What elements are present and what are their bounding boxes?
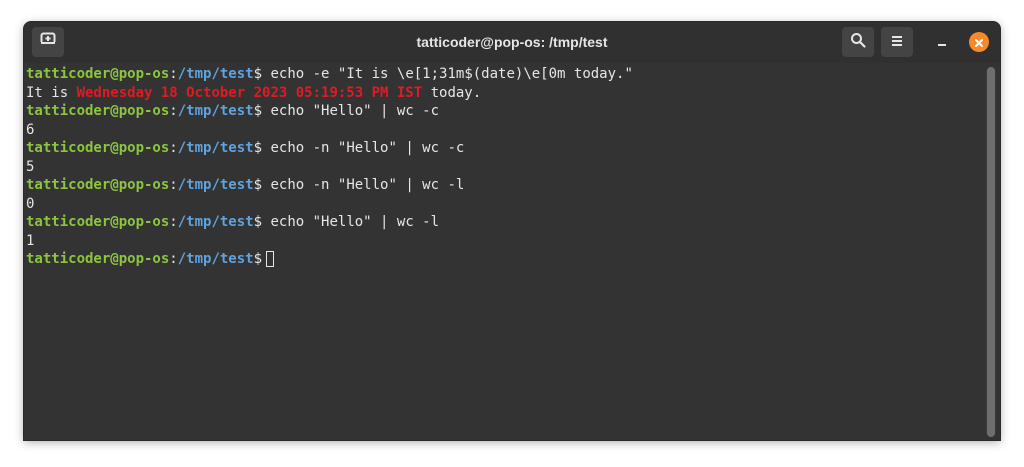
menu-button[interactable]: [881, 27, 913, 57]
prompt-symbol: $: [253, 66, 263, 82]
command-text: echo -n "Hello" | wc -c: [262, 140, 465, 156]
close-icon: [974, 33, 984, 52]
search-icon: [850, 32, 866, 52]
output-text: It is: [26, 84, 77, 101]
scrollbar[interactable]: [986, 67, 996, 437]
cursor: [266, 251, 275, 267]
prompt-user: tatticoder@pop-os: [26, 103, 170, 119]
prompt-separator: :: [169, 177, 178, 193]
prompt-path: /tmp/test: [177, 103, 254, 119]
prompt-user: tatticoder@pop-os: [26, 214, 170, 230]
terminal-line: tatticoder@pop-os:/tmp/test$ echo "Hello…: [26, 102, 981, 121]
command-text: echo -e "It is \e[1;31m$(date)\e[0m toda…: [262, 66, 633, 82]
command-text: echo -n "Hello" | wc -l: [262, 177, 465, 193]
terminal-line: 5: [26, 158, 981, 177]
prompt-symbol: $: [253, 251, 263, 267]
terminal-line: 0: [26, 195, 981, 214]
output-text: 6: [26, 121, 35, 138]
prompt-symbol: $: [253, 103, 263, 119]
prompt-symbol: $: [253, 214, 263, 230]
terminal-line: It is Wednesday 18 October 2023 05:19:53…: [26, 84, 981, 103]
prompt-symbol: $: [253, 177, 263, 193]
terminal-line: tatticoder@pop-os:/tmp/test$: [26, 250, 981, 269]
command-text: echo "Hello" | wc -c: [262, 103, 440, 119]
prompt-user: tatticoder@pop-os: [26, 66, 170, 82]
terminal-line: tatticoder@pop-os:/tmp/test$ echo -n "He…: [26, 176, 981, 195]
prompt-path: /tmp/test: [177, 140, 254, 156]
title-bar[interactable]: tatticoder@pop-os: /tmp/test: [24, 22, 1000, 63]
hamburger-menu-icon: [890, 33, 904, 52]
minimize-button[interactable]: [930, 30, 954, 54]
date-output: Wednesday 18 October 2023 05:19:53 PM IS…: [76, 84, 423, 101]
terminal-output: tatticoder@pop-os:/tmp/test$ echo -e "It…: [26, 65, 981, 269]
prompt-separator: :: [169, 103, 178, 119]
prompt-separator: :: [169, 140, 178, 156]
prompt-path: /tmp/test: [177, 177, 254, 193]
prompt-user: tatticoder@pop-os: [26, 140, 170, 156]
new-tab-icon: [40, 32, 56, 52]
terminal-line: 1: [26, 232, 981, 251]
prompt-path: /tmp/test: [177, 66, 254, 82]
prompt-path: /tmp/test: [177, 214, 254, 230]
terminal-content[interactable]: tatticoder@pop-os:/tmp/test$ echo -e "It…: [24, 63, 1000, 440]
prompt-separator: :: [169, 251, 178, 267]
search-button[interactable]: [842, 27, 874, 57]
close-button[interactable]: [969, 32, 989, 52]
output-text: today.: [422, 84, 482, 101]
prompt-symbol: $: [253, 140, 263, 156]
terminal-line: tatticoder@pop-os:/tmp/test$ echo -e "It…: [26, 65, 981, 84]
scrollbar-thumb[interactable]: [987, 67, 995, 437]
terminal-line: 6: [26, 121, 981, 140]
terminal-line: tatticoder@pop-os:/tmp/test$ echo -n "He…: [26, 139, 981, 158]
new-tab-button[interactable]: [32, 27, 64, 57]
prompt-user: tatticoder@pop-os: [26, 251, 170, 267]
command-text: echo "Hello" | wc -l: [262, 214, 440, 230]
terminal-line: tatticoder@pop-os:/tmp/test$ echo "Hello…: [26, 213, 981, 232]
prompt-separator: :: [169, 66, 178, 82]
terminal-window: tatticoder@pop-os: /tmp/test tatticoder@…: [24, 22, 1000, 440]
output-text: 1: [26, 232, 35, 249]
minimize-icon: [936, 33, 948, 52]
output-text: 0: [26, 195, 35, 212]
prompt-user: tatticoder@pop-os: [26, 177, 170, 193]
prompt-separator: :: [169, 214, 178, 230]
prompt-path: /tmp/test: [177, 251, 254, 267]
output-text: 5: [26, 158, 35, 175]
window-title: tatticoder@pop-os: /tmp/test: [416, 34, 608, 50]
